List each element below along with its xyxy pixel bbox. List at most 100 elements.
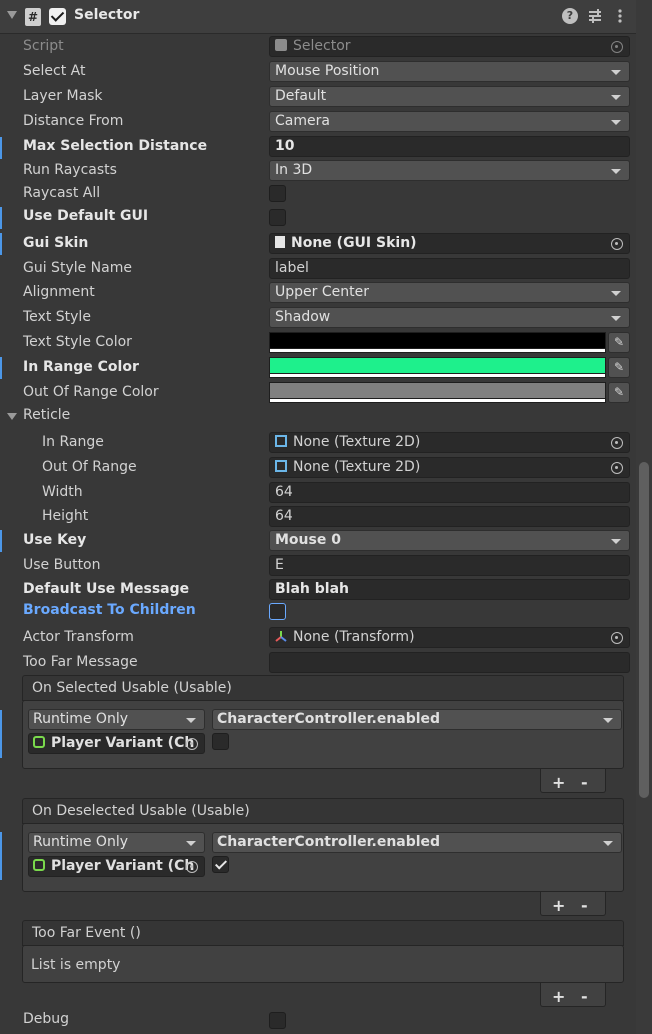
override-marker [0,832,2,880]
run-raycasts-label: Run Raycasts [23,162,117,178]
too-far-message-input[interactable] [269,652,630,673]
on-deselected-value-checkbox[interactable] [212,856,229,873]
remove-icon[interactable]: - [581,896,588,915]
chevron-down-icon [611,539,621,544]
on-deselected-list-footer [540,892,606,916]
object-picker-icon[interactable] [611,437,623,449]
max-selection-distance-input[interactable]: 10 [269,136,630,157]
text-style-dropdown[interactable]: Shadow [269,307,630,328]
out-of-range-color-swatch[interactable] [269,382,606,403]
select-at-label: Select At [23,63,86,79]
on-deselected-function-dropdown[interactable]: CharacterController.enabled [212,832,622,853]
object-picker-icon[interactable] [611,632,623,644]
in-range-color-swatch[interactable] [269,357,606,378]
chevron-down-icon [611,95,621,100]
chevron-down-icon [611,120,621,125]
actor-transform-field[interactable]: None (Transform) [269,627,630,648]
use-button-label: Use Button [23,557,101,573]
on-selected-function-dropdown[interactable]: CharacterController.enabled [212,709,622,730]
prefab-variant-icon [33,736,45,748]
gui-skin-label: Gui Skin [23,235,89,251]
eyedropper-icon[interactable]: ✎ [608,357,630,378]
in-range-color-label: In Range Color [23,359,139,375]
gui-skin-field[interactable]: None (GUI Skin) [269,233,630,254]
reticle-fold-arrow-icon[interactable] [7,413,17,420]
in-range-texture-field[interactable]: None (Texture 2D) [269,432,630,453]
width-input[interactable]: 64 [269,482,630,503]
chevron-down-icon [603,841,613,846]
in-range-label: In Range [42,434,104,450]
text-style-color-swatch[interactable] [269,332,606,353]
on-selected-mode-dropdown[interactable]: Runtime Only [28,709,205,730]
debug-checkbox[interactable] [269,1012,286,1029]
height-input[interactable]: 64 [269,506,630,527]
eyedropper-icon[interactable]: ✎ [608,382,630,403]
object-picker-icon[interactable] [186,861,198,873]
gui-style-name-input[interactable]: label [269,258,630,279]
use-key-dropdown[interactable]: Mouse 0 [269,530,630,551]
too-far-event-header: Too Far Event () [22,920,624,946]
script-field[interactable]: Selector [269,36,630,57]
distance-from-label: Distance From [23,113,124,129]
more-options-icon[interactable] [612,8,628,24]
raycast-all-label: Raycast All [23,185,101,201]
add-icon[interactable]: + [552,896,565,915]
alignment-dropdown[interactable]: Upper Center [269,282,630,303]
script-label: Script [23,38,64,54]
chevron-down-icon [603,718,613,723]
out-of-range-texture-field[interactable]: None (Texture 2D) [269,457,630,478]
add-icon[interactable]: + [552,987,565,1006]
chevron-down-icon [611,169,621,174]
height-label: Height [42,508,89,524]
broadcast-to-children-checkbox[interactable] [269,603,286,620]
prefab-variant-icon [33,859,45,871]
broadcast-to-children-label: Broadcast To Children [23,602,196,618]
out-of-range-color-label: Out Of Range Color [23,384,159,400]
chevron-down-icon [186,841,196,846]
scrollbar-thumb[interactable] [639,462,649,798]
remove-icon[interactable]: - [581,773,588,792]
eyedropper-icon[interactable]: ✎ [608,332,630,353]
script-file-icon [275,39,287,51]
add-icon[interactable]: + [552,773,565,792]
on-deselected-target-field[interactable]: Player Variant (Ch [28,856,205,877]
list-empty-text: List is empty [31,957,121,973]
on-selected-target-field[interactable]: Player Variant (Ch [28,733,205,754]
debug-label: Debug [23,1011,70,1027]
object-picker-icon[interactable] [611,462,623,474]
component-title: Selector [74,7,140,23]
reticle-label[interactable]: Reticle [23,407,70,423]
default-use-message-label: Default Use Message [23,581,190,597]
remove-icon[interactable]: - [581,987,588,1006]
override-marker [0,137,2,159]
default-use-message-input[interactable]: Blah blah [269,579,630,600]
component-enabled-checkbox[interactable] [49,8,66,25]
chevron-down-icon [611,291,621,296]
override-marker [0,357,2,379]
use-button-input[interactable]: E [269,555,630,576]
on-selected-list-footer [540,769,606,793]
use-default-gui-checkbox[interactable] [269,209,286,226]
on-selected-value-checkbox[interactable] [212,733,229,750]
too-far-list-footer [540,983,606,1007]
alignment-label: Alignment [23,284,95,300]
object-picker-icon[interactable] [611,41,623,53]
use-key-label: Use Key [23,532,87,548]
text-style-label: Text Style [23,309,91,325]
on-deselected-mode-dropdown[interactable]: Runtime Only [28,832,205,853]
layer-mask-dropdown[interactable]: Default [269,86,630,107]
distance-from-dropdown[interactable]: Camera [269,111,630,132]
script-icon: # [25,8,41,26]
raycast-all-checkbox[interactable] [269,185,286,202]
collapse-arrow-icon[interactable] [7,11,17,19]
presets-icon[interactable] [587,8,603,24]
help-icon[interactable]: ? [562,8,578,24]
chevron-down-icon [186,718,196,723]
select-at-dropdown[interactable]: Mouse Position [269,61,630,82]
on-selected-event-header: On Selected Usable (Usable) [22,675,624,701]
object-picker-icon[interactable] [186,738,198,750]
object-picker-icon[interactable] [611,238,623,250]
actor-transform-label: Actor Transform [23,629,134,645]
transform-icon [275,631,287,642]
run-raycasts-dropdown[interactable]: In 3D [269,160,630,181]
